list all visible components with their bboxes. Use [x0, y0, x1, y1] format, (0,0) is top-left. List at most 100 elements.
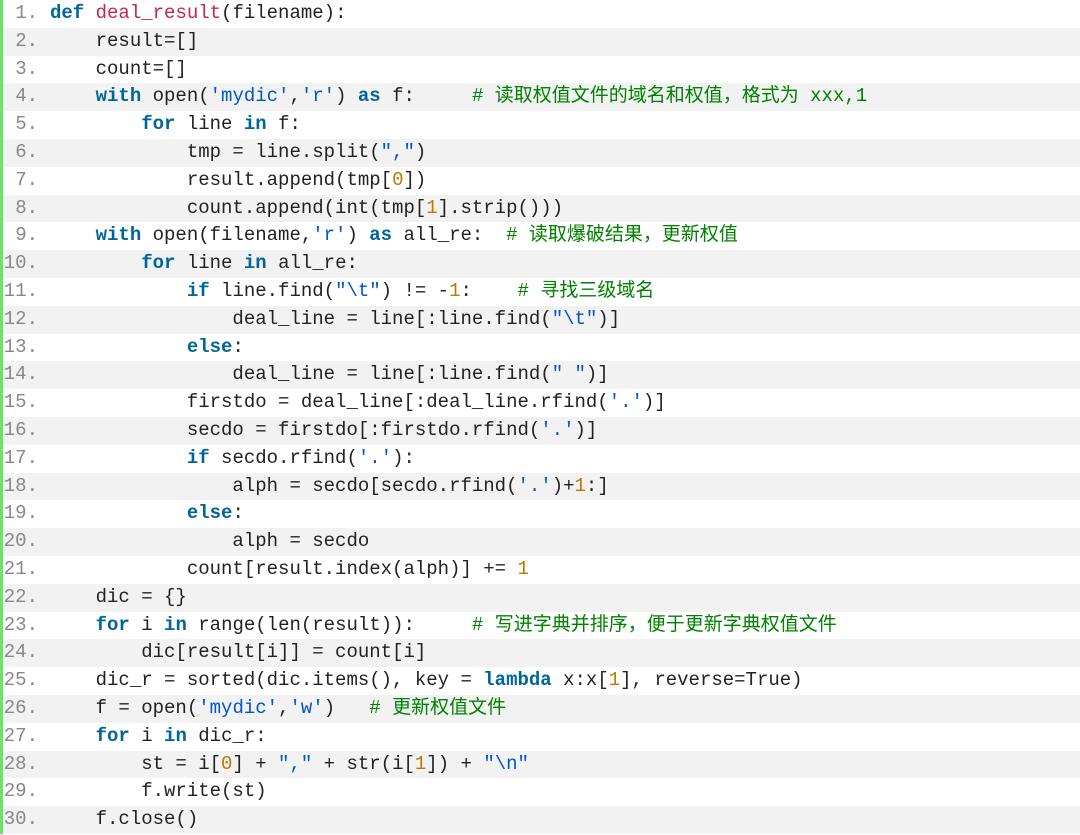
- code-content: f.close(): [44, 806, 1080, 834]
- token-num: 1: [449, 280, 460, 302]
- line-number: 27.: [0, 723, 44, 751]
- code-line: 26. f = open('mydic','w') # 更新权值文件: [0, 695, 1080, 723]
- token-num: 1: [517, 558, 528, 580]
- line-number: 17.: [0, 445, 44, 473]
- token-pln: open(: [141, 85, 209, 107]
- token-str: 'mydic': [210, 85, 290, 107]
- token-pln: deal_line = line[:line.find(: [50, 363, 552, 385]
- line-number: 7.: [0, 167, 44, 195]
- token-pln: [50, 725, 96, 747]
- token-pln: firstdo = deal_line[:deal_line.rfind(: [50, 391, 609, 413]
- token-pln: dic[result[i]] = count[i]: [50, 641, 426, 663]
- token-pln: line: [175, 252, 243, 274]
- token-kw: if: [187, 280, 210, 302]
- code-content: dic_r = sorted(dic.items(), key = lambda…: [44, 667, 1080, 695]
- token-pln: ] +: [232, 753, 278, 775]
- code-line: 13. else:: [0, 334, 1080, 362]
- line-number: 9.: [0, 222, 44, 250]
- line-number: 8.: [0, 195, 44, 223]
- code-content: alph = secdo: [44, 528, 1080, 556]
- token-kw: else: [187, 502, 233, 524]
- token-pln: f:: [381, 85, 472, 107]
- code-line: 7. result.append(tmp[0]): [0, 167, 1080, 195]
- token-num: 1: [609, 669, 620, 691]
- code-line: 19. else:: [0, 500, 1080, 528]
- token-pln: [50, 224, 96, 246]
- token-pln: i: [130, 725, 164, 747]
- code-line: 20. alph = secdo: [0, 528, 1080, 556]
- token-pln: ): [415, 141, 426, 163]
- code-line: 6. tmp = line.split(","): [0, 139, 1080, 167]
- token-pln: ) != -: [381, 280, 449, 302]
- token-pln: :: [461, 280, 518, 302]
- token-kw: in: [244, 252, 267, 274]
- token-pln: [50, 502, 187, 524]
- code-line: 28. st = i[0] + "," + str(i[1]) + "\n": [0, 751, 1080, 779]
- code-content: tmp = line.split(","): [44, 139, 1080, 167]
- token-pln: secdo = firstdo[:firstdo.rfind(: [50, 419, 540, 441]
- line-number: 23.: [0, 612, 44, 640]
- token-pln: result.append(tmp[: [50, 169, 392, 191]
- token-num: 1: [415, 753, 426, 775]
- token-pln: range(len(result)):: [187, 614, 472, 636]
- token-pln: i: [130, 614, 164, 636]
- code-line: 9. with open(filename,'r') as all_re: # …: [0, 222, 1080, 250]
- code-content: f = open('mydic','w') # 更新权值文件: [44, 695, 1080, 723]
- token-pln: [84, 2, 95, 24]
- code-content: count[result.index(alph)] += 1: [44, 556, 1080, 584]
- line-number: 26.: [0, 695, 44, 723]
- line-number: 13.: [0, 334, 44, 362]
- token-pln: f.write(st): [50, 780, 267, 802]
- line-number: 28.: [0, 751, 44, 779]
- token-cmt: # 写进字典并排序，便于更新字典权值文件: [472, 614, 837, 636]
- token-pln: open(filename,: [141, 224, 312, 246]
- token-pln: dic_r = sorted(dic.items(), key =: [50, 669, 483, 691]
- token-str: '.': [517, 475, 551, 497]
- line-number: 29.: [0, 778, 44, 806]
- token-pln: [50, 85, 96, 107]
- code-line: 3. count=[]: [0, 56, 1080, 84]
- token-kw: as: [369, 224, 392, 246]
- code-content: for i in range(len(result)): # 写进字典并排序，便…: [44, 612, 1080, 640]
- line-number: 12.: [0, 306, 44, 334]
- token-fn: deal_result: [96, 2, 221, 24]
- code-content: for line in f:: [44, 111, 1080, 139]
- token-pln: )]: [586, 363, 609, 385]
- token-pln: line: [175, 113, 243, 135]
- token-kw: as: [358, 85, 381, 107]
- code-content: count.append(int(tmp[1].strip())): [44, 195, 1080, 223]
- line-number: 14.: [0, 361, 44, 389]
- token-str: '.': [540, 419, 574, 441]
- token-pln: + str(i[: [312, 753, 415, 775]
- line-number: 25.: [0, 667, 44, 695]
- code-line: 4. with open('mydic','r') as f: # 读取权值文件…: [0, 83, 1080, 111]
- code-line: 22. dic = {}: [0, 584, 1080, 612]
- code-content: dic = {}: [44, 584, 1080, 612]
- line-number: 16.: [0, 417, 44, 445]
- token-pln: ):: [392, 447, 415, 469]
- token-kw: with: [96, 224, 142, 246]
- code-content: else:: [44, 500, 1080, 528]
- line-number: 6.: [0, 139, 44, 167]
- token-pln: f.close(): [50, 808, 198, 830]
- token-str: 'mydic': [198, 697, 278, 719]
- line-number: 5.: [0, 111, 44, 139]
- token-pln: )]: [643, 391, 666, 413]
- line-number: 10.: [0, 250, 44, 278]
- token-pln: :: [232, 336, 243, 358]
- token-pln: ]) +: [426, 753, 483, 775]
- code-line: 23. for i in range(len(result)): # 写进字典并…: [0, 612, 1080, 640]
- code-content: if line.find("\t") != -1: # 寻找三级域名: [44, 278, 1080, 306]
- token-pln: )]: [597, 308, 620, 330]
- code-content: secdo = firstdo[:firstdo.rfind('.')]: [44, 417, 1080, 445]
- code-content: if secdo.rfind('.'):: [44, 445, 1080, 473]
- code-content: alph = secdo[secdo.rfind('.')+1:]: [44, 473, 1080, 501]
- code-line: 25. dic_r = sorted(dic.items(), key = la…: [0, 667, 1080, 695]
- token-pln: [50, 113, 141, 135]
- token-pln: alph = secdo[secdo.rfind(: [50, 475, 517, 497]
- token-pln: count=[]: [50, 58, 187, 80]
- token-str: " ": [552, 363, 586, 385]
- token-str: "\t": [335, 280, 381, 302]
- token-kw: for: [141, 252, 175, 274]
- token-kw: in: [164, 614, 187, 636]
